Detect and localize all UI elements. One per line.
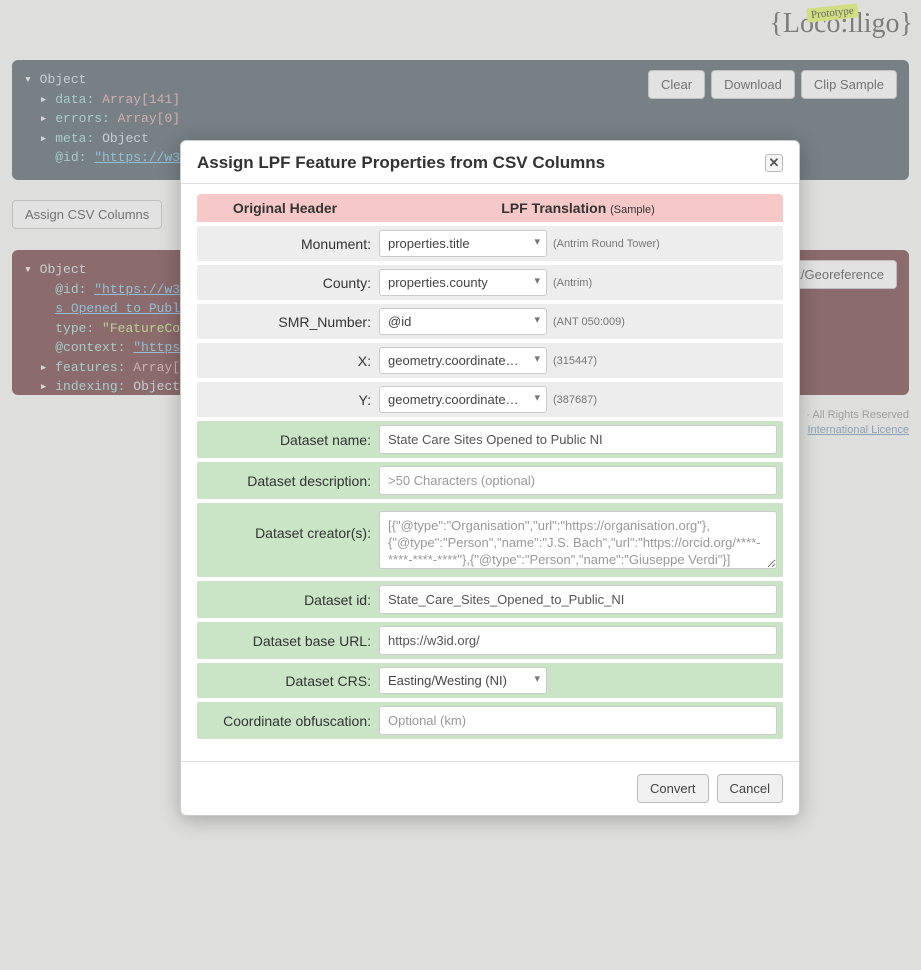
mapping-label: County: — [203, 275, 371, 291]
mapping-row: Monument: properties.title (Antrim Round T… — [197, 226, 783, 261]
field-label: Coordinate obfuscation: — [203, 713, 371, 729]
dataset-description-input[interactable] — [379, 466, 777, 495]
field-label: Dataset base URL: — [203, 633, 371, 649]
cancel-button[interactable]: Cancel — [717, 774, 783, 803]
dataset-crs-row: Dataset CRS: Easting/Westing (NI) — [197, 663, 783, 698]
dataset-id-row: Dataset id: — [197, 581, 783, 618]
dataset-name-input[interactable] — [379, 425, 777, 454]
sample-value: (Antrim) — [553, 277, 592, 289]
coordinate-obfuscation-input[interactable] — [379, 706, 777, 735]
lpf-property-dropdown[interactable]: geometry.coordinate… — [379, 347, 547, 374]
lpf-property-dropdown[interactable]: properties.title — [379, 230, 547, 257]
column-headers: Original Header LPF Translation (Sample) — [197, 194, 783, 222]
mapping-label: Y: — [203, 392, 371, 408]
header-original: Original Header — [197, 194, 373, 222]
lpf-property-dropdown[interactable]: properties.county — [379, 269, 547, 296]
sample-value: (315447) — [553, 355, 597, 367]
dataset-creator-row: Dataset creator(s): — [197, 503, 783, 577]
mapping-row: X: geometry.coordinate… (315447) — [197, 343, 783, 378]
sample-value: (Antrim Round Tower) — [553, 238, 660, 250]
dataset-url-input[interactable] — [379, 626, 777, 655]
lpf-property-dropdown[interactable]: @id — [379, 308, 547, 335]
field-label: Dataset CRS: — [203, 673, 371, 689]
sample-value: (ANT 050:009) — [553, 316, 625, 328]
dataset-id-input[interactable] — [379, 585, 777, 614]
mapping-label: X: — [203, 353, 371, 369]
mapping-label: Monument: — [203, 236, 371, 252]
field-label: Dataset id: — [203, 592, 371, 608]
mapping-row: SMR_Number: @id (ANT 050:009) — [197, 304, 783, 339]
dataset-description-row: Dataset description: — [197, 462, 783, 499]
dataset-creator-input[interactable] — [379, 511, 777, 569]
field-label: Dataset creator(s): — [203, 511, 371, 541]
close-icon[interactable]: ✕ — [765, 154, 783, 172]
field-label: Dataset name: — [203, 432, 371, 448]
assign-lpf-dialog: Assign LPF Feature Properties from CSV C… — [180, 140, 800, 816]
dataset-url-row: Dataset base URL: — [197, 622, 783, 659]
dataset-crs-dropdown[interactable]: Easting/Westing (NI) — [379, 667, 547, 694]
dataset-name-row: Dataset name: — [197, 421, 783, 458]
field-label: Dataset description: — [203, 473, 371, 489]
header-lpf: LPF Translation (Sample) — [373, 194, 783, 222]
mapping-row: County: properties.county (Antrim) — [197, 265, 783, 300]
lpf-property-dropdown[interactable]: geometry.coordinate… — [379, 386, 547, 413]
sample-value: (387687) — [553, 394, 597, 406]
convert-button[interactable]: Convert — [637, 774, 709, 803]
coordinate-obfuscation-row: Coordinate obfuscation: — [197, 702, 783, 739]
mapping-label: SMR_Number: — [203, 314, 371, 330]
dialog-title: Assign LPF Feature Properties from CSV C… — [197, 153, 605, 173]
mapping-row: Y: geometry.coordinate… (387687) — [197, 382, 783, 417]
